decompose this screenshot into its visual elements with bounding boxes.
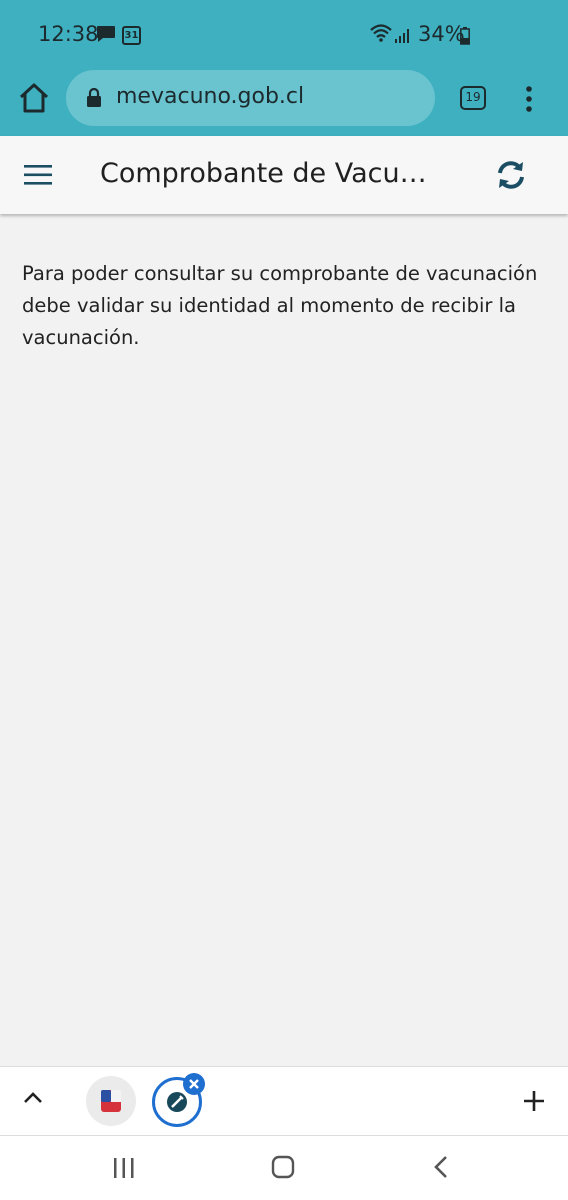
back-icon[interactable]	[432, 1155, 450, 1179]
calendar-icon: 31	[122, 26, 141, 45]
system-nav-bar	[0, 1136, 568, 1200]
home-icon[interactable]	[16, 80, 52, 116]
more-vert-icon[interactable]	[521, 84, 537, 114]
status-bar: 12:38 31 34%	[0, 0, 568, 62]
refresh-icon[interactable]	[494, 158, 528, 192]
tabs-icon[interactable]: 19	[460, 86, 486, 110]
browser-toolbar: mevacuno.gob.cl 19	[0, 62, 568, 136]
close-tab-icon[interactable]	[183, 1073, 205, 1095]
tab-chile-gob[interactable]	[86, 1076, 136, 1126]
app-header: Comprobante de Vacunación	[0, 136, 568, 214]
address-bar[interactable]: mevacuno.gob.cl	[66, 70, 435, 126]
lock-icon	[87, 88, 101, 107]
battery-percent: 34%	[418, 22, 465, 46]
status-time: 12:38	[38, 22, 99, 46]
tab-strip	[0, 1066, 568, 1136]
recent-apps-icon[interactable]	[112, 1157, 136, 1179]
chile-flag-tab-icon	[101, 1090, 121, 1112]
page-title: Comprobante de Vacunación	[100, 158, 430, 189]
battery-icon	[460, 27, 470, 45]
url-text: mevacuno.gob.cl	[116, 84, 305, 109]
signal-icon	[395, 29, 409, 43]
chevron-up-icon[interactable]	[22, 1091, 44, 1105]
message-icon	[97, 26, 115, 42]
info-message: Para poder consultar su comprobante de v…	[22, 262, 538, 349]
hamburger-menu-icon[interactable]	[24, 164, 52, 186]
plus-icon[interactable]	[522, 1089, 546, 1113]
home-nav-icon[interactable]	[271, 1155, 295, 1179]
wifi-icon	[370, 24, 392, 42]
